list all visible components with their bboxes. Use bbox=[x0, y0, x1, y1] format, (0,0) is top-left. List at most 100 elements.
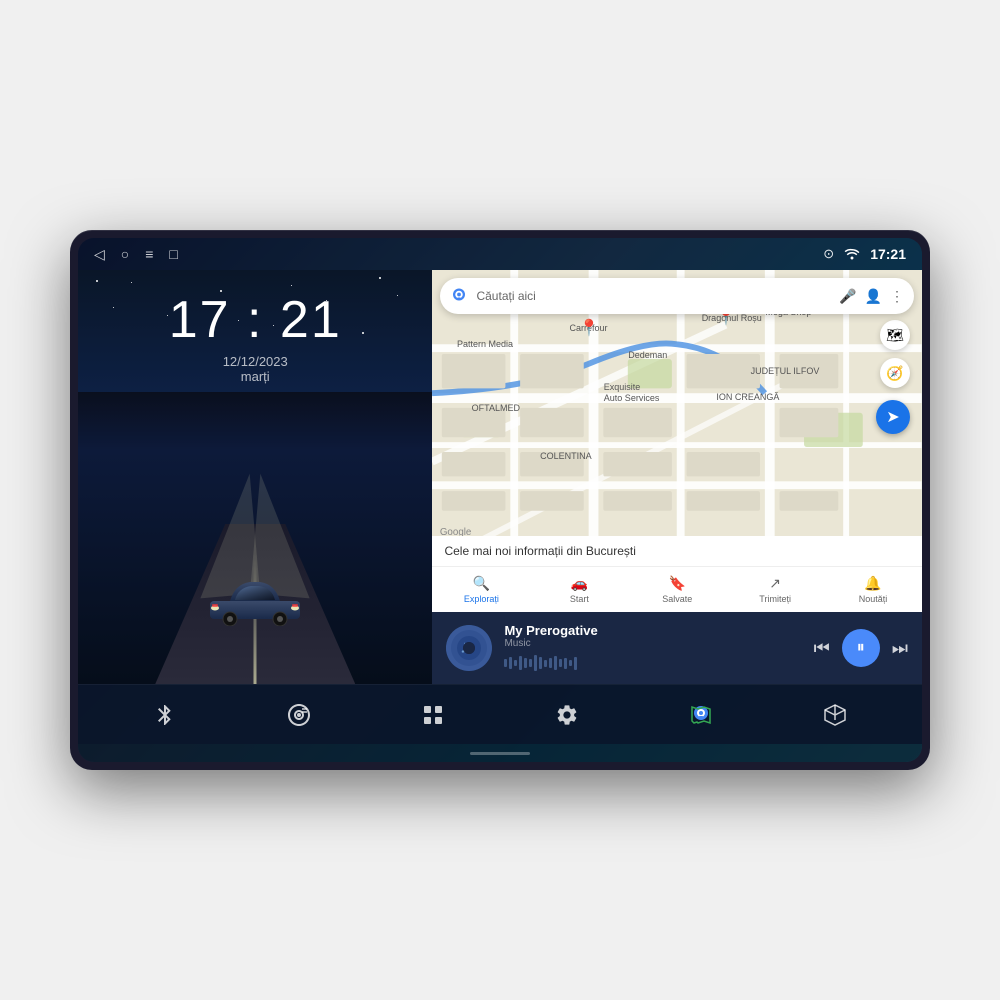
map-label-ion-creanga: ION CREANGĂ bbox=[716, 392, 779, 402]
car-image bbox=[205, 566, 305, 631]
map-label-oftalmed: OFTALMED bbox=[472, 403, 520, 413]
mic-icon[interactable]: 🎤 bbox=[839, 288, 856, 305]
map-label-pattern: Pattern Media bbox=[457, 339, 513, 349]
main-content: 17 : 21 12/12/2023 marți bbox=[78, 270, 922, 684]
vinyl-record: ♪ bbox=[446, 625, 492, 671]
cube-icon bbox=[823, 703, 847, 727]
left-panel: 17 : 21 12/12/2023 marți bbox=[78, 270, 432, 684]
home-indicator[interactable] bbox=[78, 744, 922, 762]
waveform-bar bbox=[529, 659, 532, 667]
apps-icon bbox=[421, 703, 445, 727]
waveform-bar bbox=[519, 656, 522, 670]
waveform-bar bbox=[549, 658, 552, 668]
search-bar-icons: 🎤 👤 ⋮ bbox=[839, 288, 904, 305]
share-icon: ↗ bbox=[769, 575, 781, 592]
map-nav-tabs: 🔍 Explorați 🚗 Start 🔖 Salvate ↗ Trimiteț… bbox=[432, 566, 922, 612]
map-label-exquisite: ExquisiteAuto Services bbox=[604, 382, 660, 405]
home-bar bbox=[470, 752, 530, 755]
map-label-dedeman: Dedeman bbox=[628, 350, 667, 360]
search-bar[interactable]: Căutați aici 🎤 👤 ⋮ bbox=[440, 278, 914, 314]
device-frame: ◁ ○ ≡ □ ⊙ 17:21 bbox=[70, 230, 930, 770]
album-art: ♪ bbox=[446, 625, 492, 671]
status-bar-left: ◁ ○ ≡ □ bbox=[94, 246, 178, 263]
tab-salvate[interactable]: 🔖 Salvate bbox=[628, 571, 726, 608]
clock-date: 12/12/2023 marți bbox=[102, 354, 408, 384]
bottom-nav bbox=[78, 684, 922, 744]
menu-nav-icon[interactable]: ≡ bbox=[145, 246, 153, 262]
waveform-bar bbox=[564, 658, 567, 669]
nav-radio[interactable] bbox=[287, 703, 311, 727]
music-player: ♪ My Prerogative Music ⏮ ⏸ ⏭ bbox=[432, 612, 922, 684]
nav-apps[interactable] bbox=[421, 703, 445, 727]
map-info-bar: Cele mai noi informații din București bbox=[432, 536, 922, 566]
location-icon: ⊙ bbox=[823, 246, 834, 262]
google-maps-logo bbox=[450, 287, 468, 305]
play-pause-button[interactable]: ⏸ bbox=[842, 629, 880, 667]
waveform-bar bbox=[559, 659, 562, 667]
avatar-icon[interactable]: 👤 bbox=[865, 288, 882, 305]
waveform-bar bbox=[514, 660, 517, 666]
clock-time: 17 : 21 bbox=[102, 290, 408, 350]
tab-explorati-label: Explorați bbox=[464, 594, 499, 604]
start-icon: 🚗 bbox=[571, 575, 588, 592]
waveform-bar bbox=[534, 655, 537, 671]
clock-area: 17 : 21 12/12/2023 marți bbox=[78, 270, 432, 392]
nav-cube[interactable] bbox=[823, 703, 847, 727]
waveform-bar bbox=[544, 660, 547, 667]
back-nav-icon[interactable]: ◁ bbox=[94, 246, 105, 263]
right-panel: Google Pattern Media Carrefour Dragonul … bbox=[432, 270, 922, 684]
next-button[interactable]: ⏭ bbox=[892, 638, 908, 659]
status-bar: ◁ ○ ≡ □ ⊙ 17:21 bbox=[78, 238, 922, 270]
maps-area[interactable]: Google Pattern Media Carrefour Dragonul … bbox=[432, 270, 922, 536]
screenshot-nav-icon[interactable]: □ bbox=[169, 246, 177, 262]
nav-settings[interactable] bbox=[555, 703, 579, 727]
music-info: My Prerogative Music bbox=[504, 623, 801, 673]
layer-control-btn[interactable]: 🗺 bbox=[880, 320, 910, 350]
waveform-bar bbox=[539, 657, 542, 669]
tab-salvate-label: Salvate bbox=[662, 594, 692, 604]
waveform-bar bbox=[509, 657, 512, 669]
waveform-bar bbox=[504, 659, 507, 667]
waveform-bar bbox=[554, 656, 557, 670]
music-controls: ⏮ ⏸ ⏭ bbox=[814, 629, 908, 667]
waveform-bar bbox=[524, 658, 527, 668]
bluetooth-icon bbox=[153, 703, 177, 727]
navigate-btn[interactable]: ➤ bbox=[876, 400, 910, 434]
music-title: My Prerogative bbox=[504, 623, 801, 638]
saved-icon: 🔖 bbox=[669, 575, 686, 592]
svg-text:Google: Google bbox=[440, 527, 472, 536]
carrefour-pin: 📍 bbox=[579, 318, 599, 338]
map-info-text: Cele mai noi informații din București bbox=[444, 544, 635, 558]
map-label-colentina: COLENTINA bbox=[540, 451, 592, 461]
tab-explorati[interactable]: 🔍 Explorați bbox=[432, 571, 530, 608]
status-bar-right: ⊙ 17:21 bbox=[823, 246, 906, 263]
tab-start-label: Start bbox=[570, 594, 589, 604]
settings-icon bbox=[555, 703, 579, 727]
grid-icon[interactable]: ⋮ bbox=[890, 288, 904, 305]
tab-trimiteti-label: Trimiteți bbox=[759, 594, 791, 604]
waveform-bar bbox=[569, 660, 572, 666]
status-time: 17:21 bbox=[870, 246, 906, 262]
nav-bluetooth[interactable] bbox=[153, 703, 177, 727]
prev-button[interactable]: ⏮ bbox=[814, 638, 830, 659]
tab-start[interactable]: 🚗 Start bbox=[530, 571, 628, 608]
music-waveform bbox=[504, 653, 801, 673]
nav-maps[interactable] bbox=[689, 703, 713, 727]
search-input[interactable]: Căutați aici bbox=[476, 289, 831, 303]
tab-noutati[interactable]: 🔔 Noutăți bbox=[824, 571, 922, 608]
tab-trimiteti[interactable]: ↗ Trimiteți bbox=[726, 571, 824, 608]
explore-icon: 🔍 bbox=[473, 575, 490, 592]
music-subtitle: Music bbox=[504, 638, 801, 649]
waveform-bar bbox=[574, 657, 577, 670]
car-image-area bbox=[78, 392, 432, 684]
radio-icon bbox=[287, 703, 311, 727]
map-label-judet: JUDEȚUL ILFOV bbox=[751, 366, 820, 376]
tunnel-effect bbox=[78, 392, 432, 684]
tab-noutati-label: Noutăți bbox=[859, 594, 888, 604]
maps-icon bbox=[689, 703, 713, 727]
compass-control-btn[interactable]: 🧭 bbox=[880, 358, 910, 388]
play-pause-icon: ⏸ bbox=[857, 639, 865, 657]
wifi-icon bbox=[844, 246, 860, 263]
home-nav-icon[interactable]: ○ bbox=[121, 246, 129, 262]
device-screen: ◁ ○ ≡ □ ⊙ 17:21 bbox=[78, 238, 922, 762]
